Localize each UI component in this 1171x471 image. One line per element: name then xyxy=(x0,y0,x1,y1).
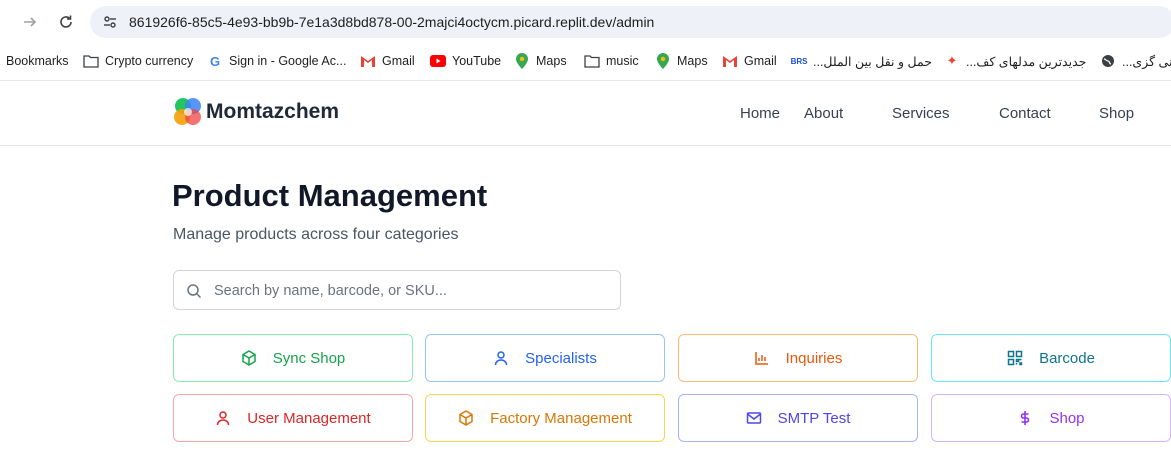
tile-label: User Management xyxy=(247,409,371,427)
product-search xyxy=(173,270,621,310)
reload-icon xyxy=(60,15,72,28)
bookmark-music[interactable]: music xyxy=(584,52,639,70)
inquiries-button[interactable]: Inquiries xyxy=(678,334,918,382)
youtube-icon xyxy=(430,53,446,69)
nav-contact[interactable]: Contact xyxy=(999,105,1051,122)
gmail-icon xyxy=(722,53,738,69)
search-input[interactable] xyxy=(214,280,609,302)
browser-toolbar: 861926f6-85c5-4e93-bb9b-7e1a3d8bd878-00-… xyxy=(0,0,1171,44)
nav-services[interactable]: Services xyxy=(892,105,950,122)
globe-icon xyxy=(1100,53,1116,69)
user-icon xyxy=(493,350,509,366)
page-title: Product Management xyxy=(172,178,488,213)
specialists-button[interactable]: Specialists xyxy=(425,334,665,382)
site-header: Momtazchem Home About Services Contact S… xyxy=(0,81,1171,146)
tile-label: Factory Management xyxy=(490,409,632,427)
smtp-test-button[interactable]: SMTP Test xyxy=(678,394,918,442)
nav-about[interactable]: About xyxy=(804,105,843,122)
tile-label: Shop xyxy=(1049,409,1085,427)
brand-name: Momtazchem xyxy=(206,100,340,123)
bookmark-youtube[interactable]: YouTube xyxy=(430,52,501,70)
page-subtitle: Manage products across four categories xyxy=(173,226,459,243)
tile-label: Specialists xyxy=(525,349,597,367)
user-management-button[interactable]: User Management xyxy=(173,394,413,442)
brand-logo[interactable]: Momtazchem xyxy=(172,96,339,128)
tile-label: Sync Shop xyxy=(272,349,346,367)
barcode-button[interactable]: Barcode xyxy=(931,334,1171,382)
gmail-icon xyxy=(360,53,376,69)
bookmark-gmail-2[interactable]: Gmail xyxy=(722,52,777,70)
maps-icon xyxy=(514,53,530,69)
bookmark-maps-2[interactable]: Maps xyxy=(655,52,708,70)
bookmark-models[interactable]: ✦ جدیدترین مدلهای کف... xyxy=(944,52,1087,70)
nav-shop[interactable]: Shop xyxy=(1099,105,1134,122)
package-icon xyxy=(241,350,257,366)
folder-icon xyxy=(584,53,600,69)
bookmark-maps[interactable]: Maps xyxy=(514,52,567,70)
qr-code-icon xyxy=(1007,350,1023,366)
bar-chart-icon xyxy=(754,350,770,366)
mail-icon xyxy=(746,410,762,426)
tile-label: SMTP Test xyxy=(777,409,851,427)
bookmark-gmail[interactable]: Gmail xyxy=(360,52,415,70)
logo-icon xyxy=(174,98,201,125)
address-url[interactable]: 861926f6-85c5-4e93-bb9b-7e1a3d8bd878-00-… xyxy=(129,14,654,30)
user-icon xyxy=(215,410,231,426)
sync-shop-button[interactable]: Sync Shop xyxy=(173,334,413,382)
google-icon: G xyxy=(209,53,221,69)
factory-management-button[interactable]: Factory Management xyxy=(425,394,665,442)
package-icon xyxy=(458,410,474,426)
sparkle-icon: ✦ xyxy=(946,53,958,68)
bookmark-globe[interactable]: نی گزی... xyxy=(1100,52,1171,70)
bookmarks-bar: Bookmarks Crypto currency G Sign in - Go… xyxy=(0,46,1171,76)
bookmark-crypto-currency[interactable]: Crypto currency xyxy=(83,52,193,70)
tile-label: Barcode xyxy=(1039,349,1095,367)
bookmark-google-signin[interactable]: G Sign in - Google Ac... xyxy=(207,52,347,70)
search-icon xyxy=(186,283,202,304)
maps-icon xyxy=(655,53,671,69)
bookmark-all-bookmarks[interactable]: Bookmarks xyxy=(6,52,69,70)
brs-icon: BRS xyxy=(790,56,808,66)
tile-label: Inquiries xyxy=(785,349,843,367)
nav-home[interactable]: Home xyxy=(740,105,780,122)
folder-icon xyxy=(83,53,99,69)
shop-button[interactable]: Shop xyxy=(931,394,1171,442)
dollar-icon xyxy=(1017,410,1033,426)
reload-button[interactable] xyxy=(54,10,78,34)
site-info-icon[interactable] xyxy=(102,14,118,35)
forward-button[interactable] xyxy=(18,10,42,34)
address-bar[interactable]: 861926f6-85c5-4e93-bb9b-7e1a3d8bd878-00-… xyxy=(90,6,1171,38)
arrow-right-icon xyxy=(24,17,37,27)
bookmark-shipping[interactable]: BRS حمل و نقل بین الملل... xyxy=(791,52,932,70)
